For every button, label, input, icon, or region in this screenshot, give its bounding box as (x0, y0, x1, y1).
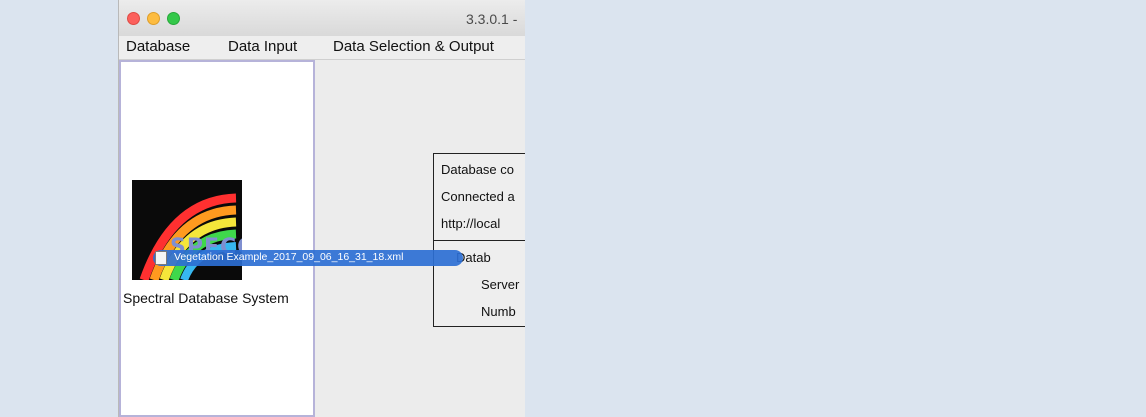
specchio-window: 3.3.0.1 - Database Data Input Data Selec… (118, 0, 525, 417)
main-content: Database co Connected a http://local Dat… (317, 60, 525, 417)
sidebar-caption: Spectral Database System (123, 290, 289, 306)
close-window-button[interactable] (127, 12, 140, 25)
title-bar[interactable]: 3.3.0.1 - (119, 0, 525, 37)
xml-file-icon (155, 251, 167, 265)
number-label: Numb (481, 304, 516, 319)
server-label: Server (481, 277, 520, 292)
db-connection-status: Database co (441, 162, 514, 177)
connected-as-text: Connected a (441, 189, 515, 204)
minimize-window-button[interactable] (147, 12, 160, 25)
dragged-file-name: Vegetation Example_2017_09_06_16_31_18.x… (174, 251, 404, 263)
window-title: 3.3.0.1 - (466, 11, 518, 27)
maximize-window-button[interactable] (167, 12, 180, 25)
connection-info-box: Database co Connected a http://local Dat… (433, 153, 525, 327)
menu-data-selection-output[interactable]: Data Selection & Output (333, 38, 494, 55)
server-url: http://local (441, 216, 501, 231)
sidebar-panel: SPECCHIO Spectral Database System (119, 60, 315, 417)
menu-data-input[interactable]: Data Input (228, 38, 297, 55)
menu-bar: Database Data Input Data Selection & Out… (119, 36, 525, 60)
menu-database[interactable]: Database (126, 38, 190, 55)
info-divider (434, 240, 525, 241)
